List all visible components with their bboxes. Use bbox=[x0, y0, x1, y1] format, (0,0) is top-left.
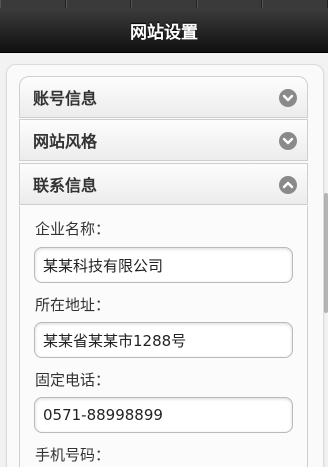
phone-label: 固定电话： bbox=[35, 371, 111, 389]
accordion-contact-info[interactable]: 联系信息 bbox=[19, 163, 308, 205]
company-name-input[interactable] bbox=[34, 247, 293, 283]
accordion-header[interactable]: 网站风格 bbox=[19, 119, 308, 161]
mobile-label: 手机号码： bbox=[35, 446, 111, 464]
accordion-label: 网站风格 bbox=[33, 132, 98, 151]
accordion-account-info[interactable]: 账号信息 bbox=[19, 76, 308, 118]
company-name-label: 企业名称： bbox=[35, 220, 111, 238]
page-header: 网站设置 bbox=[0, 8, 328, 53]
top-tab-strip bbox=[0, 0, 328, 8]
accordion-label: 联系信息 bbox=[33, 176, 98, 195]
accordion-header[interactable]: 联系信息 bbox=[19, 163, 308, 205]
chevron-down-icon[interactable] bbox=[279, 89, 297, 107]
contact-info-body: 企业名称： 所在地址： 固定电话： 手机号码： bbox=[19, 206, 308, 467]
tab-slot[interactable] bbox=[0, 0, 66, 8]
phone-input[interactable] bbox=[34, 397, 293, 433]
chevron-up-icon[interactable] bbox=[279, 176, 297, 194]
chevron-down-icon[interactable] bbox=[279, 132, 297, 150]
address-input[interactable] bbox=[34, 322, 293, 358]
accordion-site-style[interactable]: 网站风格 bbox=[19, 119, 308, 161]
accordion-label: 账号信息 bbox=[33, 89, 98, 108]
scrollbar-thumb[interactable] bbox=[324, 193, 328, 313]
page-title: 网站设置 bbox=[130, 22, 198, 43]
tab-slot[interactable] bbox=[65, 0, 132, 8]
accordion-header[interactable]: 账号信息 bbox=[19, 76, 308, 118]
address-label: 所在地址： bbox=[35, 296, 111, 314]
tab-slot[interactable] bbox=[131, 0, 197, 8]
tab-slot[interactable] bbox=[262, 0, 328, 8]
tab-slot[interactable] bbox=[196, 0, 263, 8]
scrollbar[interactable] bbox=[324, 53, 328, 467]
